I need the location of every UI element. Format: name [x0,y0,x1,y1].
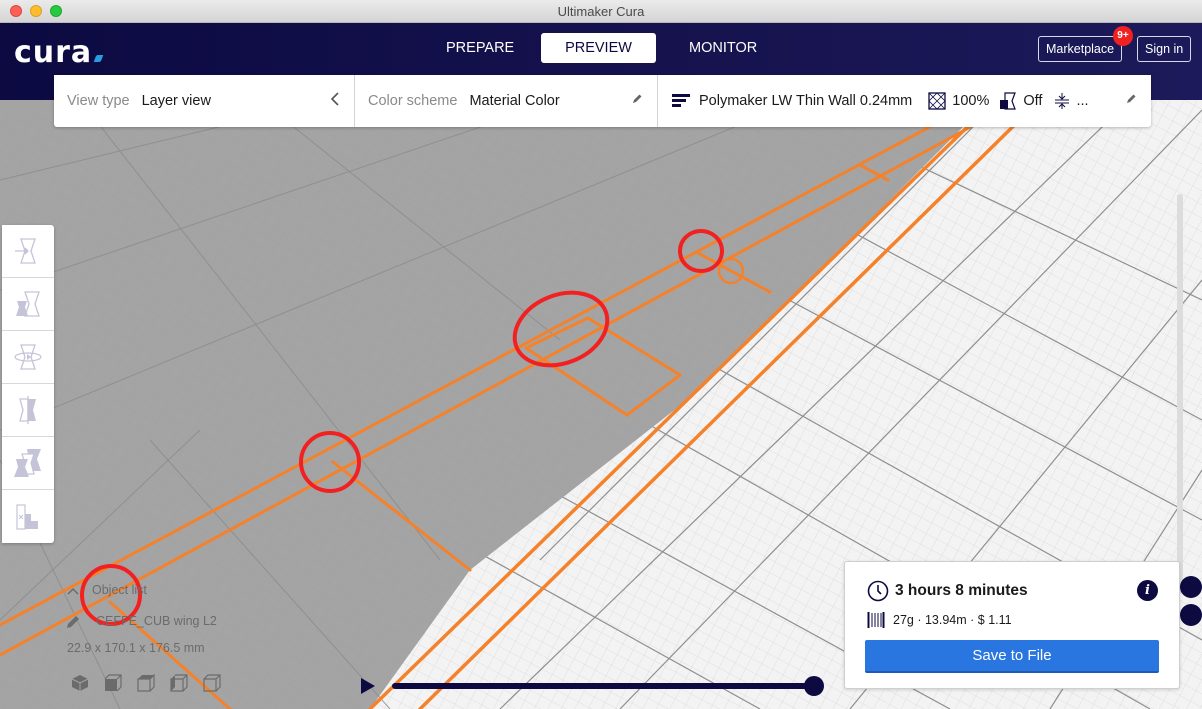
pencil-icon[interactable] [1125,92,1137,108]
layer-slider-lower-handle[interactable] [1180,604,1202,626]
cube-3d-icon [71,675,89,691]
view-settings-bar: View type Layer view Color scheme Materi… [54,75,1151,127]
material-estimate: 27g · 13.94m · $ 1.11 [867,611,1012,629]
logo-dot [93,55,104,62]
rotate-tool-button[interactable] [2,331,54,384]
move-tool-button[interactable] [2,225,54,278]
cube-right-icon [203,674,221,692]
info-icon[interactable]: i [1137,580,1158,601]
print-time: 3 hours 8 minutes [867,580,1028,602]
filament-spool-icon [867,612,885,628]
profile-icon [672,94,690,108]
color-scheme-selector[interactable]: Color scheme Material Color [354,75,657,127]
per-model-settings-button[interactable] [2,437,54,490]
move-icon [15,238,36,264]
chevron-up-icon [67,587,79,595]
print-time-value: 3 hours 8 minutes [895,582,1028,599]
marketplace-button[interactable]: Marketplace [1038,36,1123,62]
support-value: Off [1023,93,1043,109]
support-blocker-icon [16,503,38,530]
layer-slider-upper-handle[interactable] [1180,576,1202,598]
support-icon [999,92,1017,110]
tab-preview[interactable]: PREVIEW [541,33,656,63]
infill-icon [928,92,946,110]
view-type-label: View type [67,93,130,109]
tab-prepare[interactable]: PREPARE [430,33,530,63]
window-title: Ultimaker Cura [557,4,645,19]
left-toolbar [2,225,54,543]
top-view-button[interactable] [137,673,155,692]
path-slider-track[interactable] [392,683,814,689]
play-layers-button[interactable] [361,678,375,694]
view-type-selector[interactable]: View type Layer view [54,75,354,127]
path-slider-handle[interactable] [804,676,824,696]
sign-in-button[interactable]: Sign in [1137,36,1192,62]
clock-icon [867,580,889,602]
marketplace-badge: 9+ [1113,26,1133,46]
material-estimate-value: 27g · 13.94m · $ 1.11 [893,613,1012,627]
view-type-value: Layer view [141,93,211,109]
right-view-button[interactable] [203,674,221,692]
mirror-icon [19,396,36,424]
tab-monitor[interactable]: MONITOR [673,33,773,63]
color-scheme-value: Material Color [469,93,560,109]
camera-view-buttons [71,673,221,692]
object-item[interactable]: CEFFE_CUB wing L2 [66,614,217,629]
object-dimensions: 22.9 x 170.1 x 176.5 mm [67,641,205,655]
cura-window: Ultimaker Cura cura PREPARE PREVIEW MONI… [0,0,1202,709]
title-bar: Ultimaker Cura [0,0,1202,23]
cube-top-icon [137,673,155,692]
front-view-button[interactable] [104,674,122,692]
scale-icon [16,291,40,317]
print-info-panel: 3 hours 8 minutes i 27g · 13.94m · $ 1.1… [844,561,1180,689]
chevron-left-icon[interactable] [330,92,340,109]
layer-slider-track[interactable] [1177,194,1183,594]
object-name: CEFFE_CUB wing L2 [96,614,217,628]
scale-tool-button[interactable] [2,278,54,331]
pencil-icon[interactable] [631,92,643,108]
adhesion-value: ... [1076,93,1089,109]
cura-logo: cura [14,35,104,70]
cube-front-icon [104,674,122,692]
pencil-icon [67,615,79,628]
3d-view-button[interactable] [71,674,89,692]
object-list-header: Object list [92,583,147,597]
left-view-button[interactable] [170,674,188,692]
adhesion-icon [1054,92,1070,110]
color-scheme-label: Color scheme [368,93,458,109]
cube-left-icon [170,674,188,692]
infill-value: 100% [952,93,990,109]
support-blocker-button[interactable] [2,490,54,543]
profile-name: Polymaker LW Thin Wall 0.24mm [699,93,913,109]
rotate-icon [14,344,42,370]
print-settings-selector[interactable]: Polymaker LW Thin Wall 0.24mm 100% Off .… [657,75,1151,127]
save-to-file-button[interactable]: Save to File [865,640,1159,673]
mirror-tool-button[interactable] [2,384,54,437]
per-model-settings-icon [14,449,41,477]
object-list-toggle[interactable]: Object list [66,583,147,597]
